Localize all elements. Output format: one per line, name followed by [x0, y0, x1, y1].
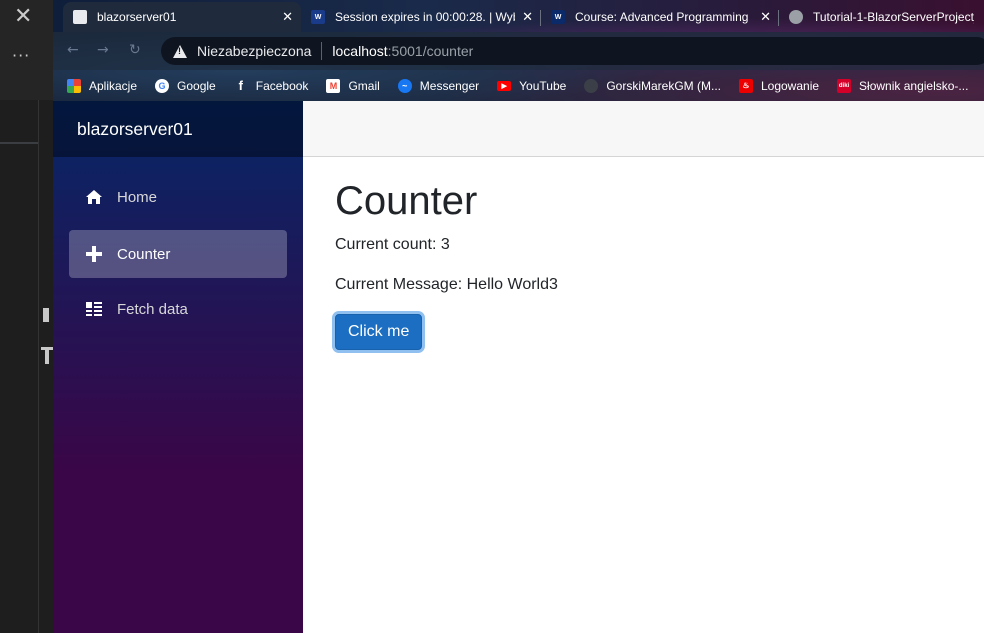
click-me-button[interactable]: Click me: [335, 314, 423, 350]
security-label[interactable]: Niezabezpieczona: [197, 43, 311, 59]
top-row: [303, 101, 984, 157]
browser-chrome: blazorserver01 ✕ W Session expires in 00…: [53, 0, 984, 101]
wsb-icon: W: [311, 10, 325, 24]
current-message: Current Message: Hello World3: [335, 276, 558, 293]
bookmark-logowanie[interactable]: ♨ Logowanie: [738, 78, 820, 93]
nav-item-fetch-data[interactable]: Fetch data: [69, 285, 287, 333]
close-tab-icon[interactable]: ✕: [282, 10, 293, 25]
tab-course[interactable]: W Course: Advanced Programming ✕: [541, 2, 779, 32]
url-path[interactable]: :5001/counter: [388, 43, 474, 59]
apps-grid-icon: [67, 78, 81, 93]
bookmark-label: Gmail: [348, 78, 380, 93]
close-tab-icon[interactable]: ✕: [760, 10, 771, 25]
more-options-icon[interactable]: ···: [12, 46, 30, 65]
nav-item-home[interactable]: Home: [69, 173, 287, 221]
forward-icon[interactable]: →: [97, 42, 109, 58]
tab-tutorial[interactable]: Tutorial-1-BlazorServerProject_t: [779, 2, 984, 32]
current-count: Current count: 3: [335, 236, 450, 253]
tab-title: Tutorial-1-BlazorServerProject_t: [813, 10, 974, 24]
bookmark-messenger[interactable]: ~ Messenger: [397, 78, 480, 93]
tab-session[interactable]: W Session expires in 00:00:28. | Wyb ✕: [301, 2, 541, 32]
bookmark-label: GorskiMarekGM (M...: [606, 78, 721, 93]
bookmark-slownik[interactable]: diki Słownik angielsko-...: [837, 78, 969, 93]
bookmark-google[interactable]: G Google: [155, 78, 216, 93]
close-tab-icon[interactable]: ✕: [522, 10, 533, 25]
tab-title: Course: Advanced Programming: [575, 10, 749, 24]
tab-title: Session expires in 00:00:28. | Wyb: [335, 10, 515, 24]
bookmark-github[interactable]: GorskiMarekGM (M...: [584, 78, 721, 93]
bank-icon: ♨: [738, 78, 753, 93]
bookmarks-bar: Aplikacje G Google f Facebook M Gmail ~ …: [53, 70, 984, 101]
editor-panel: [0, 100, 53, 633]
address-bar[interactable]: Niezabezpieczona localhost:5001/counter: [161, 37, 984, 65]
messenger-icon: ~: [397, 78, 412, 93]
reload-icon[interactable]: ↻: [129, 42, 141, 58]
nav-label: Fetch data: [117, 300, 188, 318]
brand-link[interactable]: blazorserver01: [77, 119, 193, 140]
web-page: blazorserver01 Home Counter Fetch data C…: [53, 101, 984, 633]
bookmark-label: Google: [177, 78, 216, 93]
bookmark-label: YouTube: [519, 78, 567, 93]
bookmark-label: Słownik angielsko-...: [859, 78, 969, 93]
nav-label: Counter: [117, 245, 171, 263]
bookmark-facebook[interactable]: f Facebook: [234, 78, 309, 93]
gmail-icon: M: [326, 78, 341, 93]
tab-blazorserver01[interactable]: blazorserver01 ✕: [63, 2, 301, 32]
tab-title: blazorserver01: [97, 10, 177, 24]
nav-label: Home: [117, 188, 158, 206]
main-content: Counter Current count: 3 Current Message…: [335, 179, 975, 350]
sidebar: blazorserver01 Home Counter Fetch data: [53, 101, 303, 633]
editor-cursor-marker-stem: [45, 350, 49, 364]
editor-divider: [0, 142, 38, 144]
bookmark-label: Facebook: [255, 78, 309, 93]
address-divider: [321, 42, 323, 60]
back-icon[interactable]: ←: [67, 42, 79, 58]
url-host[interactable]: localhost: [332, 43, 387, 59]
bookmark-label: Aplikacje: [89, 78, 138, 93]
home-icon: [86, 190, 102, 204]
plus-icon: [86, 246, 102, 262]
editor-vertical-line: [38, 100, 39, 633]
youtube-icon: ▶: [497, 80, 512, 91]
bookmark-label: Logowanie: [760, 78, 820, 93]
bookmark-gmail[interactable]: M Gmail: [326, 78, 380, 93]
warning-icon[interactable]: [173, 44, 187, 58]
page-icon: [73, 10, 87, 24]
editor-scroll-marker: [43, 308, 49, 322]
google-icon: G: [155, 78, 170, 93]
page-title: Counter: [335, 179, 478, 223]
tab-strip: blazorserver01 ✕ W Session expires in 00…: [53, 0, 984, 32]
editor-side-panel: ✕ ···: [0, 0, 53, 633]
nav-item-counter[interactable]: Counter: [69, 230, 287, 278]
brand-bar: blazorserver01: [53, 101, 303, 157]
bookmark-youtube[interactable]: ▶ YouTube: [497, 79, 566, 93]
browser-toolbar: ← → ↻ Niezabezpieczona localhost:5001/co…: [53, 32, 984, 70]
facebook-icon: f: [238, 78, 243, 93]
globe-icon: [789, 10, 803, 24]
github-icon: [584, 78, 599, 93]
close-icon[interactable]: ✕: [14, 4, 32, 29]
bookmark-aplikacje[interactable]: Aplikacje: [67, 78, 138, 93]
bookmark-label: Messenger: [419, 78, 480, 93]
wsb-icon: W: [551, 10, 565, 24]
diki-icon: diki: [837, 78, 852, 93]
list-icon: [86, 302, 102, 316]
